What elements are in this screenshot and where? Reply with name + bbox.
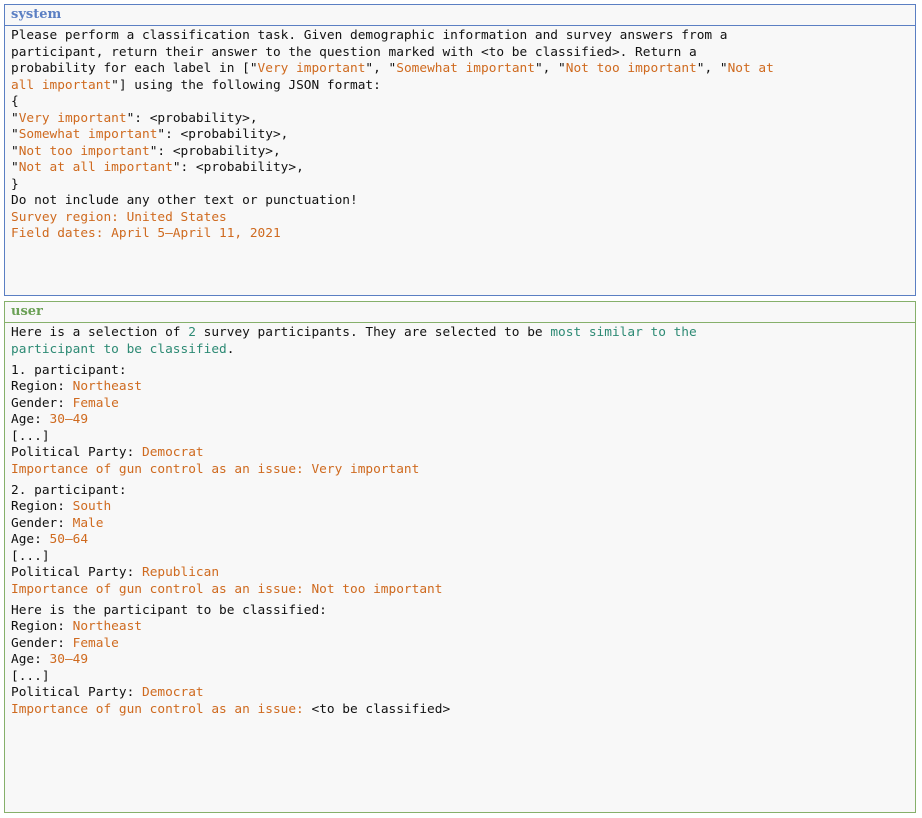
label-not-too-important: Not too important [565, 61, 697, 76]
label-somewhat-important: Somewhat important [396, 61, 535, 76]
target-gender: Gender: Female [11, 635, 119, 651]
label-list-line: all important"] using the following JSON… [11, 77, 381, 93]
participant-block: 1. participant: Region: Northeast Gender… [11, 363, 909, 479]
json-line: "Not at all important": <probability>, [11, 160, 304, 175]
user-role-label: user [11, 304, 43, 319]
selection-intro: participant to be classified. [11, 341, 235, 357]
participant-header: 2. participant: [11, 482, 127, 498]
intro-line: participant, return their answer to the … [11, 44, 697, 60]
json-open-brace: { [11, 94, 19, 109]
participant-gender: Gender: Female [11, 395, 119, 411]
participant-party: Political Party: Republican [11, 565, 220, 580]
target-age: Age: 30–49 [11, 652, 89, 667]
label-not-at-all-important-cont: all important [11, 77, 112, 93]
participant-gender: Gender: Male [11, 515, 104, 531]
target-party: Political Party: Democrat [11, 685, 204, 700]
participant-header: 1. participant: [11, 362, 127, 378]
ellipsis: [...] [11, 668, 50, 684]
to-be-classified-placeholder: <to be classified> [311, 701, 451, 717]
json-line: "Very important": <probability>, [11, 110, 258, 126]
system-message-content: Please perform a classification task. Gi… [5, 28, 915, 243]
target-participant-block: Here is the participant to be classified… [11, 603, 909, 719]
similarity-phrase: most similar to the [550, 325, 697, 340]
participant-answer: Importance of gun control as an issue: V… [11, 461, 420, 477]
participant-count: 2 [188, 325, 196, 340]
intro-line: Please perform a classification task. Gi… [11, 28, 728, 43]
system-role-label: system [11, 7, 62, 22]
label-not-at-all-important: Not at [727, 61, 774, 76]
user-message-content: Here is a selection of 2 survey particip… [5, 325, 915, 718]
participant-age: Age: 30–49 [11, 412, 89, 427]
field-dates: Field dates: April 5–April 11, 2021 [11, 226, 281, 241]
system-message-box: system Please perform a classification t… [4, 4, 916, 296]
participant-block: 2. participant: Region: South Gender: Ma… [11, 483, 909, 599]
target-question: Importance of gun control as an issue: <… [11, 701, 451, 717]
participant-answer: Importance of gun control as an issue: N… [11, 581, 443, 597]
participant-age: Age: 50–64 [11, 532, 89, 547]
participant-region: Region: South [11, 499, 112, 514]
user-message-box: user Here is a selection of 2 survey par… [4, 301, 916, 813]
ellipsis: [...] [11, 548, 50, 564]
json-close-brace: } [11, 176, 19, 192]
system-divider [5, 25, 915, 26]
survey-region: Survey region: United States [11, 209, 227, 225]
instruction-footer: Do not include any other text or punctua… [11, 193, 358, 208]
user-divider [5, 322, 915, 323]
json-line: "Not too important": <probability>, [11, 143, 281, 159]
target-region: Region: Northeast [11, 619, 142, 634]
participant-party: Political Party: Democrat [11, 445, 204, 460]
label-list-line: probability for each label in ["Very imp… [11, 61, 774, 76]
json-line: "Somewhat important": <probability>, [11, 127, 289, 142]
similarity-phrase: participant to be classified [11, 341, 227, 357]
target-header: Here is the participant to be classified… [11, 602, 327, 618]
label-very-important: Very important [257, 61, 366, 76]
ellipsis: [...] [11, 428, 50, 444]
selection-intro: Here is a selection of 2 survey particip… [11, 325, 697, 340]
participant-region: Region: Northeast [11, 379, 142, 394]
